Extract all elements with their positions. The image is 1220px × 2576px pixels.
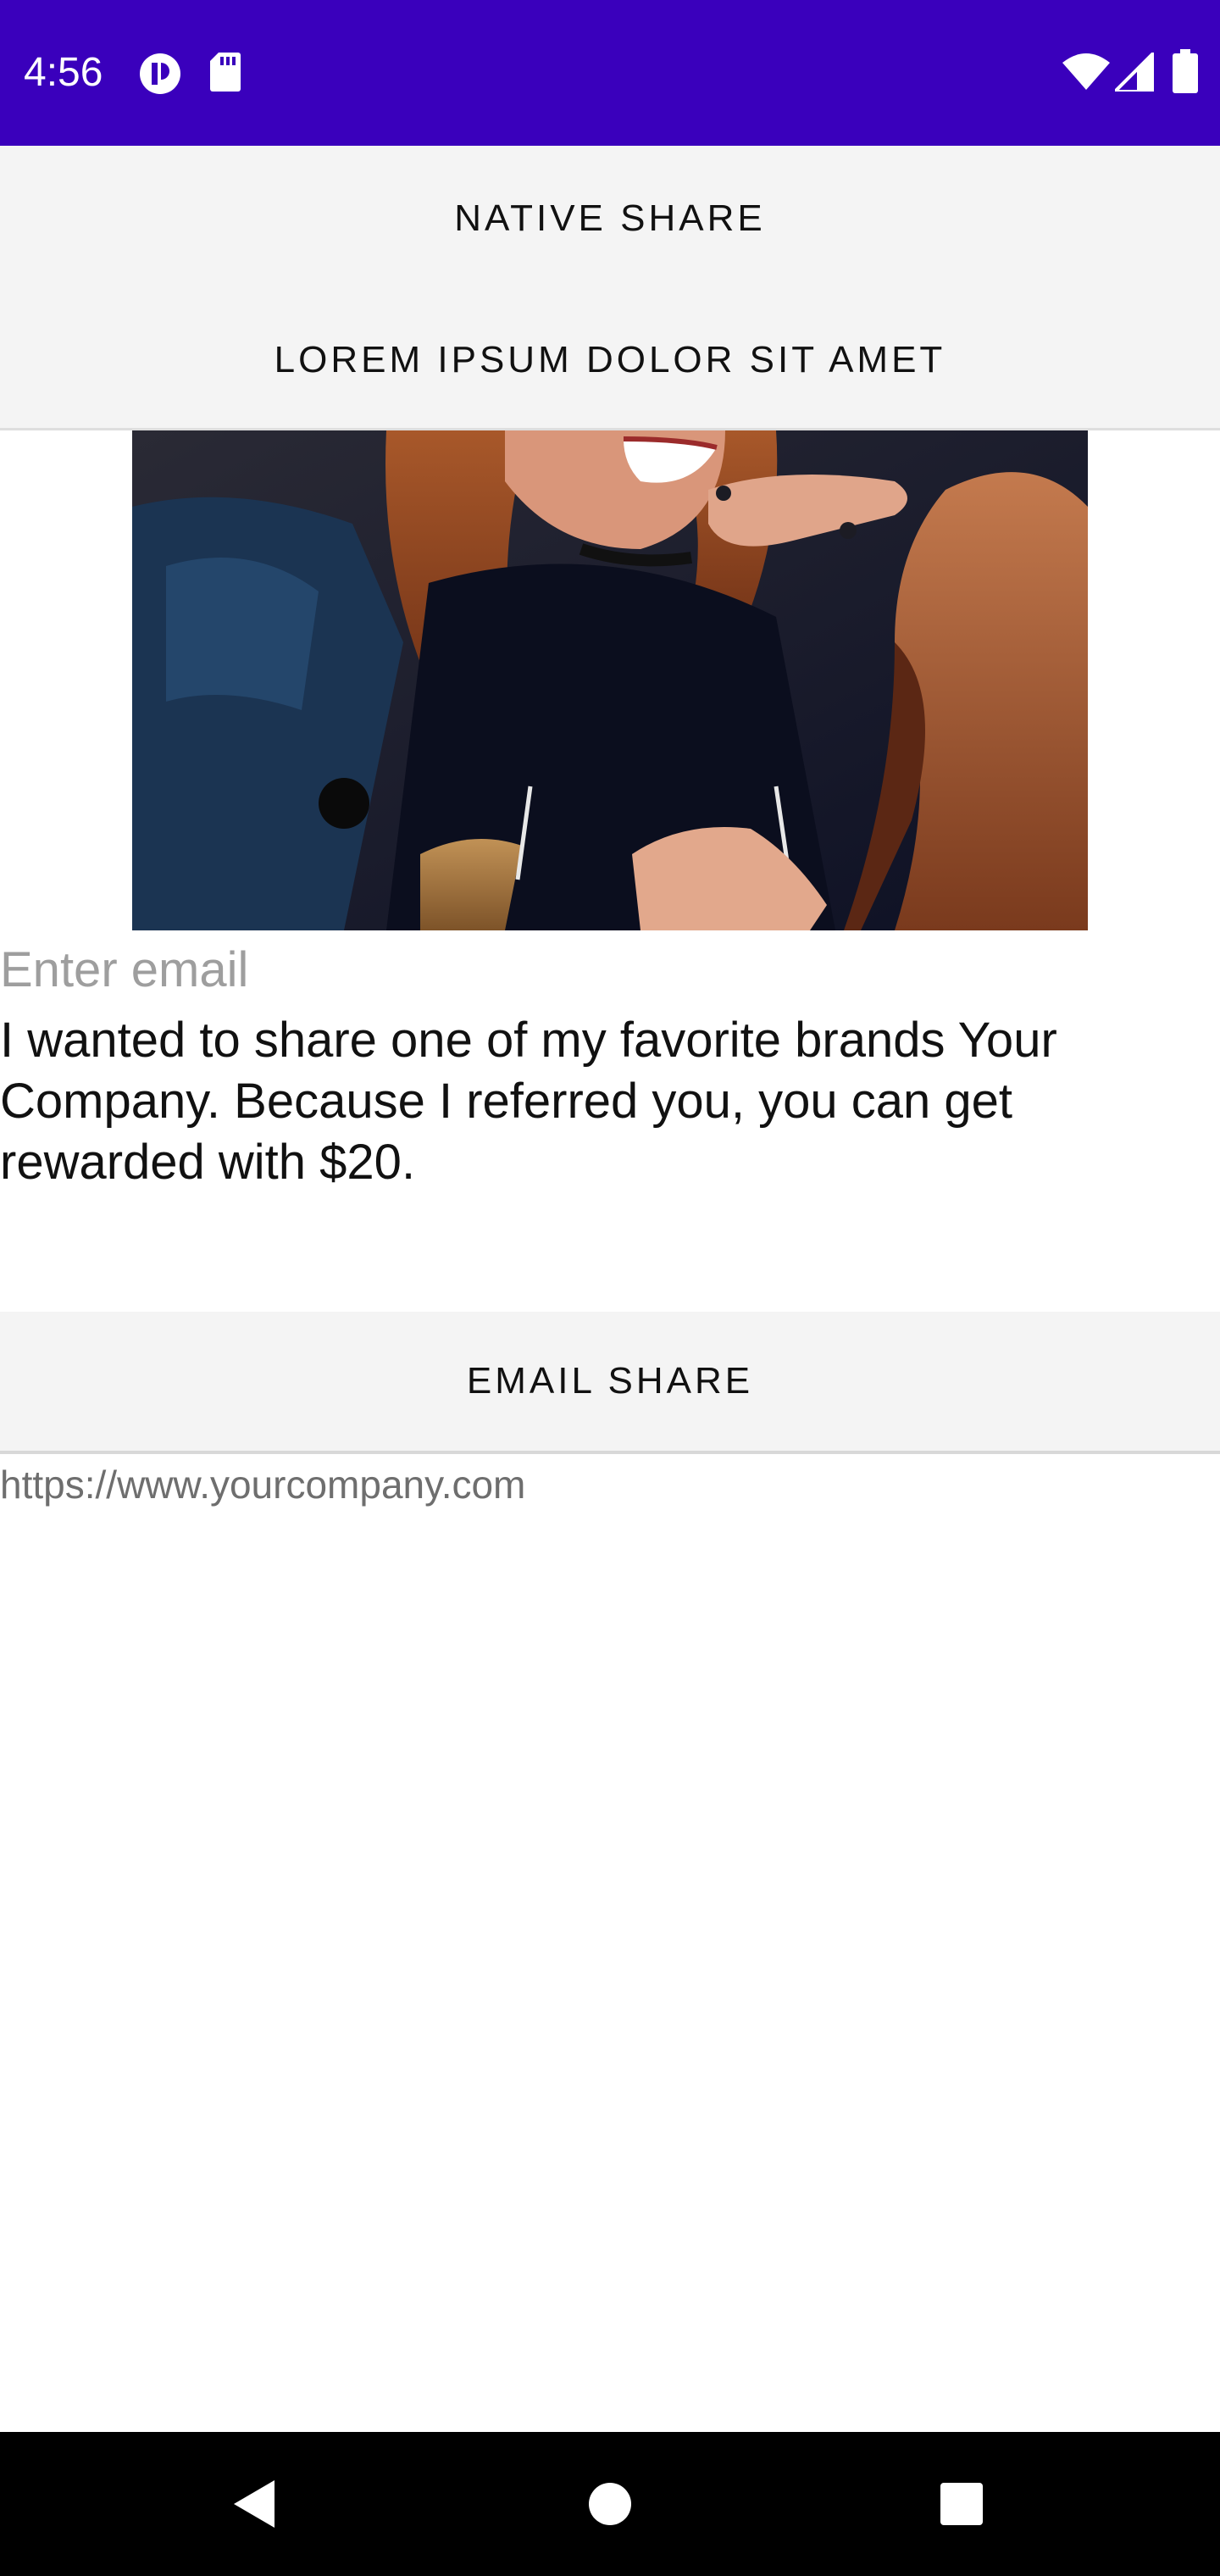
cell-signal-icon bbox=[1115, 53, 1154, 92]
back-icon[interactable] bbox=[208, 2457, 301, 2551]
lorem-ipsum-button[interactable]: LOREM IPSUM DOLOR SIT AMET bbox=[0, 291, 1220, 430]
status-time: 4:56 bbox=[24, 50, 103, 95]
native-share-button[interactable]: NATIVE SHARE bbox=[0, 146, 1220, 291]
share-message: I wanted to share one of my favorite bra… bbox=[0, 1013, 1057, 1190]
wifi-icon bbox=[1062, 53, 1110, 90]
email-input[interactable] bbox=[0, 937, 1220, 1002]
navigation-bar bbox=[0, 2432, 1220, 2576]
home-icon[interactable] bbox=[563, 2457, 657, 2551]
recents-icon[interactable] bbox=[915, 2457, 1008, 2551]
native-share-label: NATIVE SHARE bbox=[454, 197, 766, 239]
email-share-label: EMAIL SHARE bbox=[466, 1360, 754, 1402]
lorem-ipsum-label: LOREM IPSUM DOLOR SIT AMET bbox=[274, 338, 946, 380]
referral-url: https://www.yourcompany.com bbox=[0, 1463, 526, 1507]
app-notification-icon bbox=[139, 53, 181, 95]
hero-image bbox=[132, 430, 1088, 930]
sd-card-icon bbox=[210, 53, 241, 92]
status-bar: 4:56 bbox=[0, 0, 1220, 146]
battery-icon bbox=[1173, 49, 1198, 93]
email-share-button[interactable]: EMAIL SHARE bbox=[0, 1312, 1220, 1454]
